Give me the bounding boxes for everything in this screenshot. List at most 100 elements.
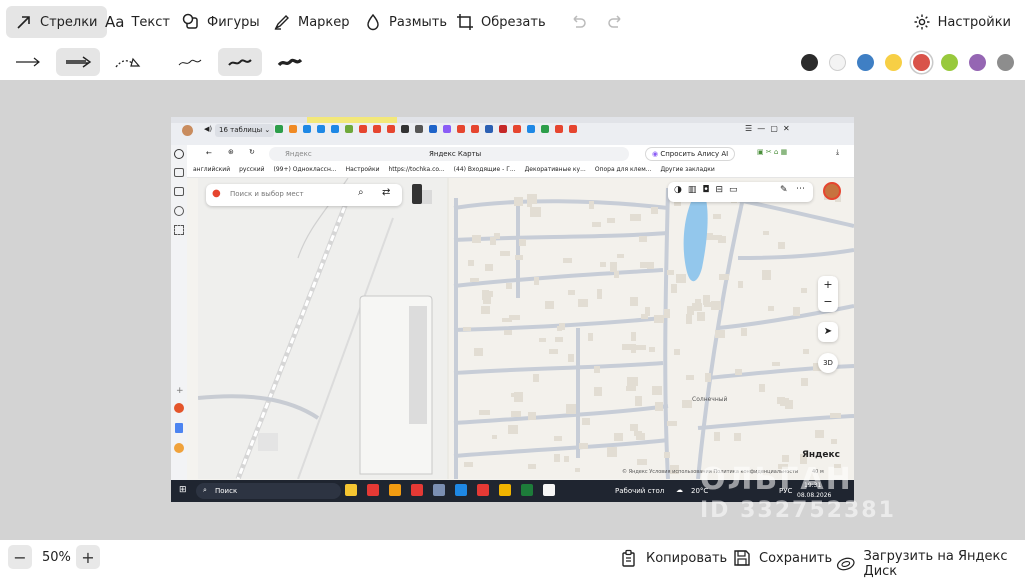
download-icon[interactable]: ⤓ xyxy=(836,148,839,157)
sidebar-gallery-icon[interactable] xyxy=(174,168,184,177)
tab-favicon[interactable] xyxy=(289,125,297,133)
sidebar-history-icon[interactable] xyxy=(174,206,184,216)
taskbar-app-icon[interactable] xyxy=(543,484,555,496)
tool-marker[interactable]: Маркер xyxy=(264,6,359,38)
tab-favicon[interactable] xyxy=(457,125,465,133)
map-layer-icons[interactable]: ◑▥◘⊟▭ xyxy=(674,185,744,195)
map-zoom-out[interactable]: − xyxy=(818,293,838,310)
color-swatch[interactable] xyxy=(829,54,846,71)
tool-crop[interactable]: Обрезать xyxy=(447,6,555,38)
color-swatch[interactable] xyxy=(913,54,930,71)
tab-favicon[interactable] xyxy=(443,125,451,133)
tab-favicon[interactable] xyxy=(373,125,381,133)
tab-favicon[interactable] xyxy=(303,125,311,133)
sidebar-apps-icon[interactable] xyxy=(174,225,184,235)
taskbar-app-icon[interactable] xyxy=(411,484,423,496)
undo-icon[interactable] xyxy=(568,11,588,31)
more-icon[interactable]: ⋯ xyxy=(796,184,805,194)
tab-favicon[interactable] xyxy=(541,125,549,133)
sidebar-app-icon[interactable] xyxy=(174,403,184,413)
tool-blur[interactable]: Размыть xyxy=(355,6,456,38)
tab-favicon[interactable] xyxy=(331,125,339,133)
tab-favicon[interactable] xyxy=(569,125,577,133)
color-swatch[interactable] xyxy=(857,54,874,71)
color-swatch[interactable] xyxy=(969,54,986,71)
taskbar-search[interactable]: ⌕ Поиск xyxy=(196,483,341,499)
tab-favicon[interactable] xyxy=(555,125,563,133)
bookmark-item[interactable]: русский xyxy=(239,166,264,173)
windows-start-icon[interactable]: ⊞ xyxy=(179,485,187,495)
map-search-box[interactable]: ● Поиск и выбор мест ⌕ ⇄ xyxy=(206,184,402,206)
window-controls[interactable]: ☰ — ▢ ✕ xyxy=(745,124,790,133)
color-swatch[interactable] xyxy=(885,54,902,71)
profile-avatar[interactable] xyxy=(182,125,193,136)
taskbar-app-icon[interactable] xyxy=(499,484,511,496)
tab-favicon[interactable] xyxy=(513,125,521,133)
user-avatar[interactable] xyxy=(823,182,841,200)
bookmark-item[interactable]: Опора для клем... xyxy=(595,166,652,173)
color-swatch[interactable] xyxy=(997,54,1014,71)
redo-icon[interactable] xyxy=(606,11,626,31)
back-icon[interactable]: ← xyxy=(206,149,212,157)
tool-shapes[interactable]: Фигуры xyxy=(173,6,269,38)
3d-button[interactable]: 3D xyxy=(818,353,838,373)
tab-favicon[interactable] xyxy=(429,125,437,133)
tab-favicon[interactable] xyxy=(359,125,367,133)
map-view[interactable]: ● Поиск и выбор мест ⌕ ⇄ ◑▥◘⊟▭ ✎ ⋯ + − ➤ … xyxy=(198,178,854,479)
tab-favicon[interactable] xyxy=(345,125,353,133)
tab-favicon[interactable] xyxy=(401,125,409,133)
tab-group[interactable]: 16 таблицы ⌄ xyxy=(215,124,275,137)
map-zoom-in[interactable]: + xyxy=(818,276,838,293)
settings-button[interactable]: Настройки xyxy=(913,6,1011,38)
bookmark-item[interactable]: Настройки xyxy=(346,166,380,173)
sidebar-collections-icon[interactable] xyxy=(174,187,184,196)
locate-button[interactable]: ➤ xyxy=(818,322,838,342)
zoom-control[interactable]: + − xyxy=(818,276,838,312)
stroke-medium[interactable] xyxy=(218,48,262,76)
tab-favicon[interactable] xyxy=(485,125,493,133)
tab-favicon[interactable] xyxy=(275,125,283,133)
bookmark-item[interactable]: (99+) Одноклассн... xyxy=(274,166,337,173)
sidebar-add-icon[interactable]: + xyxy=(176,386,184,396)
taskbar-app-icon[interactable] xyxy=(389,484,401,496)
tab-favicon[interactable] xyxy=(471,125,479,133)
url-field[interactable]: Яндекс Яндекс Карты xyxy=(269,147,629,161)
arrow-style-dashed[interactable] xyxy=(106,48,150,76)
tool-text[interactable]: Aa Текст xyxy=(96,6,179,38)
taskbar-app-icon[interactable] xyxy=(455,484,467,496)
protect-icon[interactable]: ⊛ xyxy=(228,148,234,156)
tool-arrows[interactable]: Стрелки xyxy=(6,6,107,38)
sidebar-play-icon[interactable] xyxy=(174,149,184,159)
map-layers-bar[interactable]: ◑▥◘⊟▭ ✎ ⋯ xyxy=(668,182,813,202)
ask-alice-button[interactable]: ◉ Спросить Алису AI xyxy=(645,147,736,161)
bookmark-item[interactable]: Другие закладки xyxy=(660,166,714,173)
ruler-icon[interactable]: ✎ xyxy=(780,185,788,195)
speaker-icon[interactable]: ◀) xyxy=(204,125,212,133)
zoom-in-button[interactable]: + xyxy=(76,545,100,569)
taskbar-app-icon[interactable] xyxy=(367,484,379,496)
arrow-style-thin[interactable] xyxy=(6,48,50,76)
taskbar-app-icon[interactable] xyxy=(433,484,445,496)
color-swatch[interactable] xyxy=(801,54,818,71)
map-canvas[interactable] xyxy=(198,178,854,479)
arrow-style-thick[interactable] xyxy=(56,48,100,76)
search-icon[interactable]: ⌕ xyxy=(358,187,364,198)
upload-disk-button[interactable]: Загрузить на Яндекс Диск xyxy=(836,549,1025,579)
tab-favicon[interactable] xyxy=(527,125,535,133)
zoom-out-button[interactable]: − xyxy=(8,545,32,569)
copy-button[interactable]: Копировать xyxy=(620,549,727,567)
stroke-thin[interactable] xyxy=(168,48,212,76)
tab-favicon[interactable] xyxy=(499,125,507,133)
reload-icon[interactable]: ↻ xyxy=(249,148,255,156)
color-swatch[interactable] xyxy=(941,54,958,71)
bookmark-item[interactable]: (44) Входящие - Г... xyxy=(454,166,516,173)
bookmark-item[interactable]: Декоративные ку... xyxy=(525,166,586,173)
taskbar-app-icon[interactable] xyxy=(345,484,357,496)
edited-screenshot[interactable]: ◀) 16 таблицы ⌄ ☰ — ▢ ✕ + ← ⊛ ↻ Яндекс Я… xyxy=(171,117,854,502)
save-button[interactable]: Сохранить xyxy=(733,549,832,567)
bookmark-item[interactable]: https://tochka.co... xyxy=(388,166,444,173)
stroke-thick[interactable] xyxy=(268,48,312,76)
extension-icons[interactable]: ▣ ✂ ⌂ ▦ xyxy=(757,148,787,156)
sidebar-toggle[interactable] xyxy=(412,184,422,204)
taskbar-app-icon[interactable] xyxy=(521,484,533,496)
